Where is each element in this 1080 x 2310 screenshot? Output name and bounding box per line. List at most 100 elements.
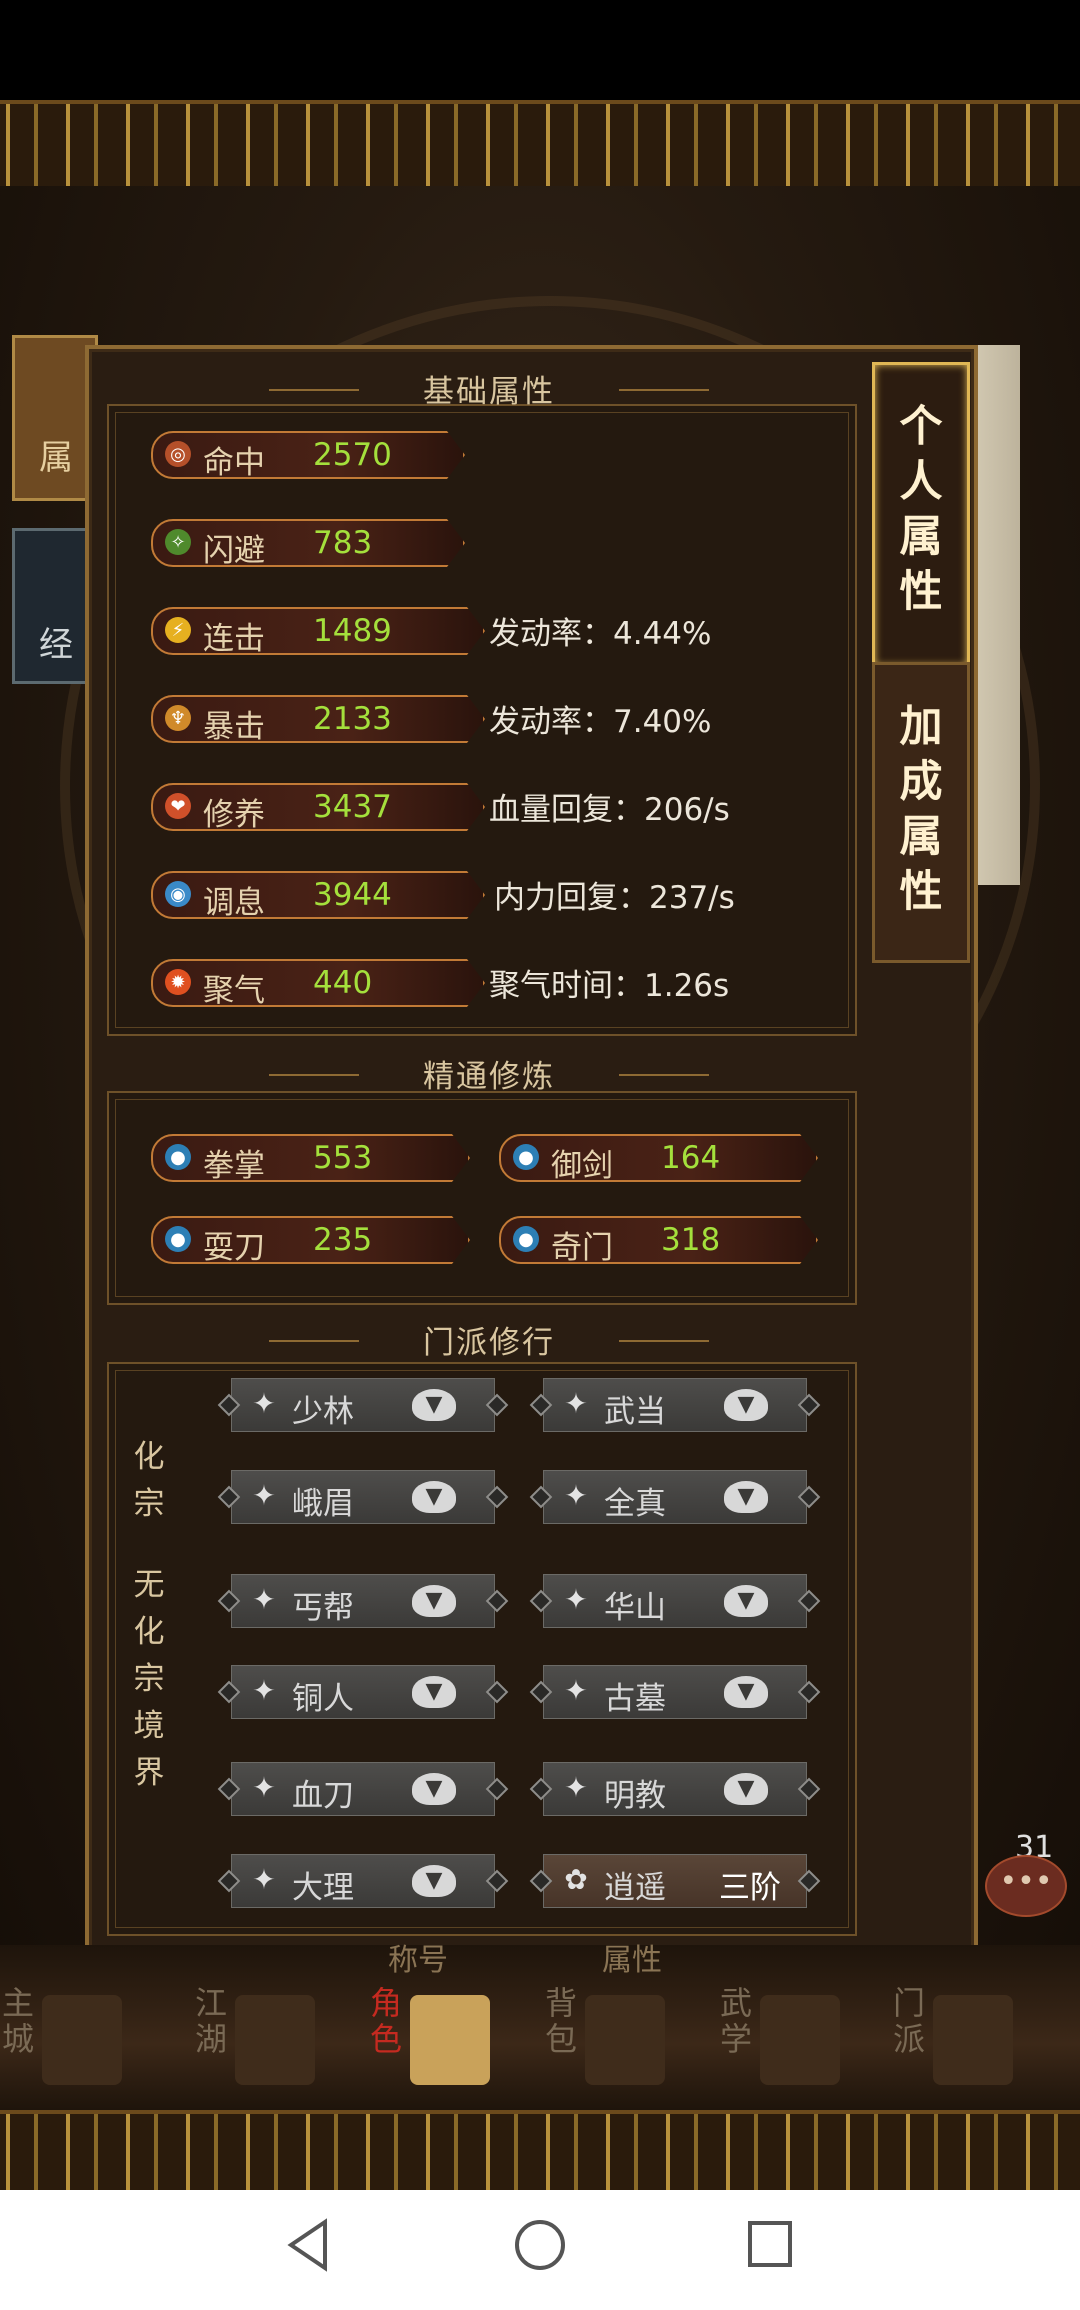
sect-side-char: 无 [133,1567,165,1603]
nav-item-icon [933,1995,1013,2085]
tongren-icon: ✦ [252,1674,276,1707]
lock-icon: ▼ [412,1773,456,1805]
stat-row: ♆ 暴击 2133 [151,695,485,743]
gaibang-icon: ✦ [252,1583,276,1616]
stat-value: 440 [313,965,373,1001]
nav-item-icon [235,1995,315,2085]
sect-button[interactable]: ✦ 古墓 ▼ [543,1665,807,1719]
stat-extra: 内力回复：237/s [494,880,735,916]
gumu-icon: ✦ [564,1674,588,1707]
sect-name: 武当 [604,1394,666,1430]
stat-row: ✧ 闪避 783 [151,519,465,567]
nav-item[interactable]: 武学 [720,1985,850,2105]
mastery-value: 318 [661,1222,721,1258]
nav-sub-title[interactable]: 称号 [388,1935,448,1979]
fist-icon: ● [165,1144,191,1170]
shaolin-icon: ✦ [252,1387,276,1420]
tab-label-char: 加 [899,702,943,752]
stat-value: 2133 [313,701,392,737]
lock-icon: ▼ [412,1676,456,1708]
lock-icon: ▼ [412,1481,456,1513]
wudang-icon: ✦ [564,1387,588,1420]
tab-label-char: 人 [899,457,943,507]
lock-icon: ▼ [412,1389,456,1421]
sect-name: 古墓 [604,1681,666,1717]
nav-sub-attributes[interactable]: 属性 [602,1935,662,1979]
tab-personal-attributes[interactable]: 个人属性 [872,362,970,668]
decorative-top-border [0,100,1080,190]
tab-label-char: 性 [899,567,943,617]
stat-row: ⚡ 连击 1489 [151,607,485,655]
sect-name: 大理 [292,1870,354,1906]
sect-button[interactable]: ✦ 明教 ▼ [543,1762,807,1816]
tab-label-char: 性 [899,867,943,917]
nav-item-label: 角色 [370,1984,403,2058]
mastery-label: 拳掌 [203,1148,265,1184]
stat-extra: 发动率：4.44% [489,616,712,652]
stat-label: 修养 [203,797,265,833]
nav-item[interactable]: 背包 [545,1985,675,2105]
system-nav-bar [0,2190,1080,2310]
recents-icon[interactable] [745,2218,795,2272]
stat-extra: 血量回复：206/s [489,792,730,828]
emei-icon: ✦ [252,1479,276,1512]
sect-button[interactable]: ✦ 华山 ▼ [543,1574,807,1628]
lock-icon: ▼ [724,1481,768,1513]
stat-label: 暴击 [203,709,265,745]
mastery-value: 235 [313,1222,373,1258]
sect-button[interactable]: ✦ 全真 ▼ [543,1470,807,1524]
nav-item[interactable]: 角色 [370,1985,500,2105]
lock-icon: ▼ [724,1585,768,1617]
sect-button[interactable]: ✦ 少林 ▼ [231,1378,495,1432]
tab-label-char: 成 [899,757,943,807]
mastery-row: ● 拳掌 553 [151,1134,470,1182]
sect-name: 丐帮 [292,1590,354,1626]
sword-icon: ● [513,1144,539,1170]
home-icon[interactable] [513,2218,567,2272]
nav-item[interactable]: 门派 [893,1985,1023,2105]
mastery-value: 164 [661,1140,721,1176]
chat-button[interactable]: 31 ••• [985,1830,1070,1930]
sect-tier: 三阶 [719,1870,781,1906]
section-title-sect: 门派修行 [269,1317,709,1362]
sect-name: 华山 [604,1590,666,1626]
crit-icon: ♆ [165,705,191,731]
sect-button[interactable]: ✦ 武当 ▼ [543,1378,807,1432]
mingjiao-icon: ✦ [564,1771,588,1804]
xuedao-icon: ✦ [252,1771,276,1804]
lock-icon: ▼ [724,1389,768,1421]
nav-item[interactable]: 主城 [2,1985,132,2105]
xiaoyao-icon: ✿ [564,1863,588,1896]
lock-icon: ▼ [724,1676,768,1708]
stat-label: 调息 [203,885,265,921]
lock-icon: ▼ [412,1585,456,1617]
sect-name: 血刀 [292,1778,354,1814]
sect-button[interactable]: ✦ 铜人 ▼ [231,1665,495,1719]
nav-item-icon [410,1995,490,2085]
stat-row: ❤ 修养 3437 [151,783,485,831]
mastery-value: 553 [313,1140,373,1176]
stat-value: 3437 [313,789,392,825]
nav-item-label: 背包 [545,1984,578,2058]
nav-item-icon [585,1995,665,2085]
tab-bonus-attributes[interactable]: 加成属性 [872,662,970,963]
mastery-row: ● 御剑 164 [499,1134,818,1182]
sect-side-char: 化 [133,1439,165,1475]
mastery-row: ● 奇门 318 [499,1216,818,1264]
sect-button[interactable]: ✦ 大理 ▼ [231,1854,495,1908]
nav-item[interactable]: 江湖 [195,1985,325,2105]
stat-row: ◎ 命中 2570 [151,431,465,479]
nav-item-label: 武学 [720,1984,753,2058]
sect-button[interactable]: ✿ 逍遥 三阶 [543,1854,807,1908]
sect-button[interactable]: ✦ 丐帮 ▼ [231,1574,495,1628]
sect-button[interactable]: ✦ 血刀 ▼ [231,1762,495,1816]
fire-icon: ✹ [165,969,191,995]
section-title-basic: 基础属性 [269,366,709,411]
stat-label: 闪避 [203,533,265,569]
target-icon: ◎ [165,441,191,467]
sect-button[interactable]: ✦ 峨眉 ▼ [231,1470,495,1524]
sect-name: 全真 [604,1486,666,1522]
attribute-panel: 基础属性 ◎ 命中 2570 ✧ 闪避 783 ⚡ 连击 1489 发动率：4.44% ♆ 暴击 213… [85,345,978,1953]
mystic-icon: ● [513,1226,539,1252]
back-icon[interactable] [285,2218,329,2272]
